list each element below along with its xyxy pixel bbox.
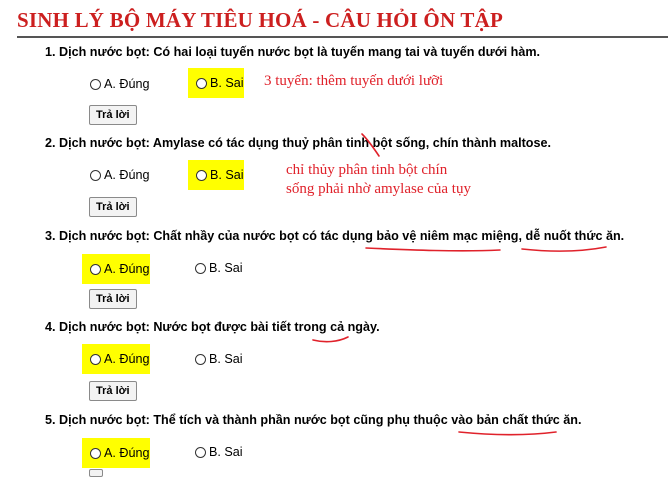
radio-icon[interactable] — [195, 262, 206, 274]
question-4-option-b[interactable]: B. Sai — [195, 348, 243, 370]
question-5-option-a[interactable]: A. Đúng — [82, 438, 150, 468]
radio-icon[interactable] — [196, 77, 207, 89]
underline-ban-chat-thuc-an — [458, 431, 557, 436]
option-label: B. Sai — [210, 168, 244, 182]
option-label: B. Sai — [209, 261, 243, 275]
option-label: B. Sai — [209, 445, 243, 459]
option-label: A. Đúng — [104, 262, 150, 276]
question-5-option-b[interactable]: B. Sai — [195, 441, 243, 463]
question-1-option-b[interactable]: B. Sai — [188, 68, 244, 98]
question-1-option-a[interactable]: A. Đúng — [90, 73, 150, 95]
radio-icon[interactable] — [90, 169, 101, 181]
question-3-answer-button[interactable]: Trả lời — [89, 289, 137, 309]
radio-icon[interactable] — [90, 447, 101, 459]
handwritten-note-1: 3 tuyến: thêm tuyến dưới lưỡi — [264, 73, 444, 89]
question-4-option-a[interactable]: A. Đúng — [82, 344, 150, 374]
radio-icon[interactable] — [90, 353, 101, 365]
option-label: B. Sai — [209, 352, 243, 366]
radio-icon[interactable] — [90, 78, 101, 90]
radio-icon[interactable] — [195, 353, 206, 365]
underline-nuot-thuc-an — [521, 246, 607, 252]
question-5-answer-button[interactable] — [89, 469, 103, 477]
question-2-option-b[interactable]: B. Sai — [188, 160, 244, 190]
question-1-answer-button[interactable]: Trả lời — [89, 105, 137, 125]
question-3-option-b[interactable]: B. Sai — [195, 257, 243, 279]
question-4-answer-button[interactable]: Trả lời — [89, 381, 137, 401]
title-divider — [17, 36, 668, 38]
radio-icon[interactable] — [195, 446, 206, 458]
page-title: SINH LÝ BỘ MÁY TIÊU HOÁ - CÂU HỎI ÔN TẬP — [17, 8, 503, 32]
handwritten-note-2-line-1: chỉ thủy phân tinh bột chín — [286, 162, 448, 178]
option-label: A. Đúng — [104, 168, 150, 182]
question-5-text: 5. Dịch nước bọt: Thể tích và thành phần… — [45, 413, 582, 427]
option-label: A. Đúng — [104, 352, 150, 366]
option-label: A. Đúng — [104, 77, 150, 91]
radio-icon[interactable] — [90, 263, 101, 275]
question-3-option-a[interactable]: A. Đúng — [82, 254, 150, 284]
question-4-text: 4. Dịch nước bọt: Nước bọt được bài tiết… — [45, 320, 380, 334]
underline-bao-ve-niem-mac-mieng — [365, 247, 501, 252]
question-2-option-a[interactable]: A. Đúng — [90, 164, 150, 186]
handwritten-note-2-line-2: sống phải nhờ amylase của tụy — [286, 181, 471, 197]
question-1-text: 1. Dịch nước bọt: Có hai loại tuyến nước… — [45, 45, 541, 59]
underline-ca-ngay — [312, 336, 349, 343]
question-3-text: 3. Dịch nước bọt: Chất nhầy của nước bọt… — [45, 229, 625, 243]
option-label: A. Đúng — [104, 446, 150, 460]
question-2-answer-button[interactable]: Trả lời — [89, 197, 137, 217]
question-2-text: 2. Dịch nước bọt: Amylase có tác dụng th… — [45, 136, 551, 150]
radio-icon[interactable] — [196, 169, 207, 181]
option-label: B. Sai — [210, 76, 244, 90]
